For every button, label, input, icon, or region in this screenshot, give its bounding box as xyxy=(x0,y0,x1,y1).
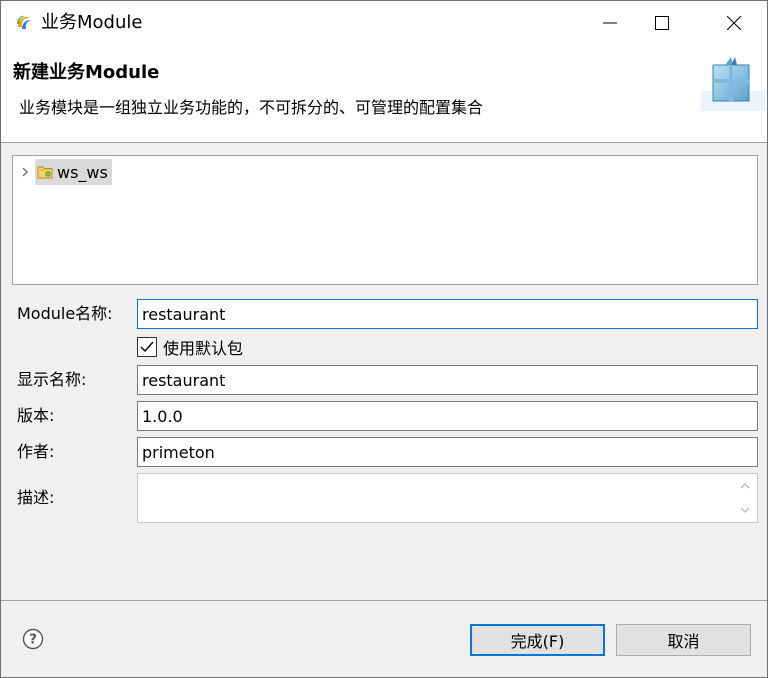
tree-item[interactable]: ws_ws xyxy=(17,159,112,185)
scroll-down-button[interactable] xyxy=(737,502,753,518)
window-title: 业务Module xyxy=(41,12,143,33)
finish-button[interactable]: 完成(F) xyxy=(470,624,605,656)
use-default-package-label: 使用默认包 xyxy=(163,339,244,358)
module-name-input[interactable] xyxy=(137,299,758,329)
author-label: 作者: xyxy=(17,442,55,461)
chevron-right-icon xyxy=(22,167,28,177)
version-input[interactable] xyxy=(137,401,758,431)
display-name-label: 显示名称: xyxy=(17,370,87,389)
cancel-button[interactable]: 取消 xyxy=(616,624,751,656)
expand-toggle[interactable] xyxy=(17,164,33,180)
use-default-package-checkbox[interactable] xyxy=(137,337,157,357)
banner-title: 新建业务Module xyxy=(13,62,160,83)
maximize-icon xyxy=(655,16,669,30)
banner-description: 业务模块是一组独立业务功能的，不可拆分的、可管理的配置集合 xyxy=(19,98,484,117)
description-label: 描述: xyxy=(17,488,55,507)
tree-item-label: ws_ws xyxy=(57,162,108,182)
footer-divider xyxy=(1,600,767,601)
maximize-button[interactable] xyxy=(639,1,685,45)
dialog-window: 业务Module 新建业务Module 业务模块是一组独立业务功能的，不可拆分的… xyxy=(0,0,768,678)
title-bar: 业务Module xyxy=(1,1,767,45)
chevron-up-icon xyxy=(740,483,750,489)
svg-text:?: ? xyxy=(29,633,37,648)
help-icon[interactable]: ? xyxy=(22,628,44,650)
workspace-tree[interactable]: ws_ws xyxy=(12,155,758,285)
chevron-down-icon xyxy=(740,507,750,513)
module-name-label: Module名称: xyxy=(17,304,113,323)
tree-item-selected[interactable]: ws_ws xyxy=(35,159,112,185)
wizard-banner: 新建业务Module 业务模块是一组独立业务功能的，不可拆分的、可管理的配置集合 xyxy=(1,45,767,143)
close-button[interactable] xyxy=(711,1,757,45)
minimize-icon xyxy=(603,22,617,24)
folder-icon xyxy=(37,166,53,179)
close-icon xyxy=(727,16,741,30)
checkmark-icon xyxy=(140,341,154,353)
minimize-button[interactable] xyxy=(587,1,633,45)
version-label: 版本: xyxy=(17,406,55,425)
author-input[interactable] xyxy=(137,437,758,467)
scroll-up-button[interactable] xyxy=(737,478,753,494)
app-logo-icon xyxy=(14,13,34,33)
display-name-input[interactable] xyxy=(137,365,758,395)
use-default-package-row[interactable]: 使用默认包 xyxy=(137,336,243,358)
package-box-icon xyxy=(701,57,765,111)
description-textarea[interactable] xyxy=(137,473,758,523)
